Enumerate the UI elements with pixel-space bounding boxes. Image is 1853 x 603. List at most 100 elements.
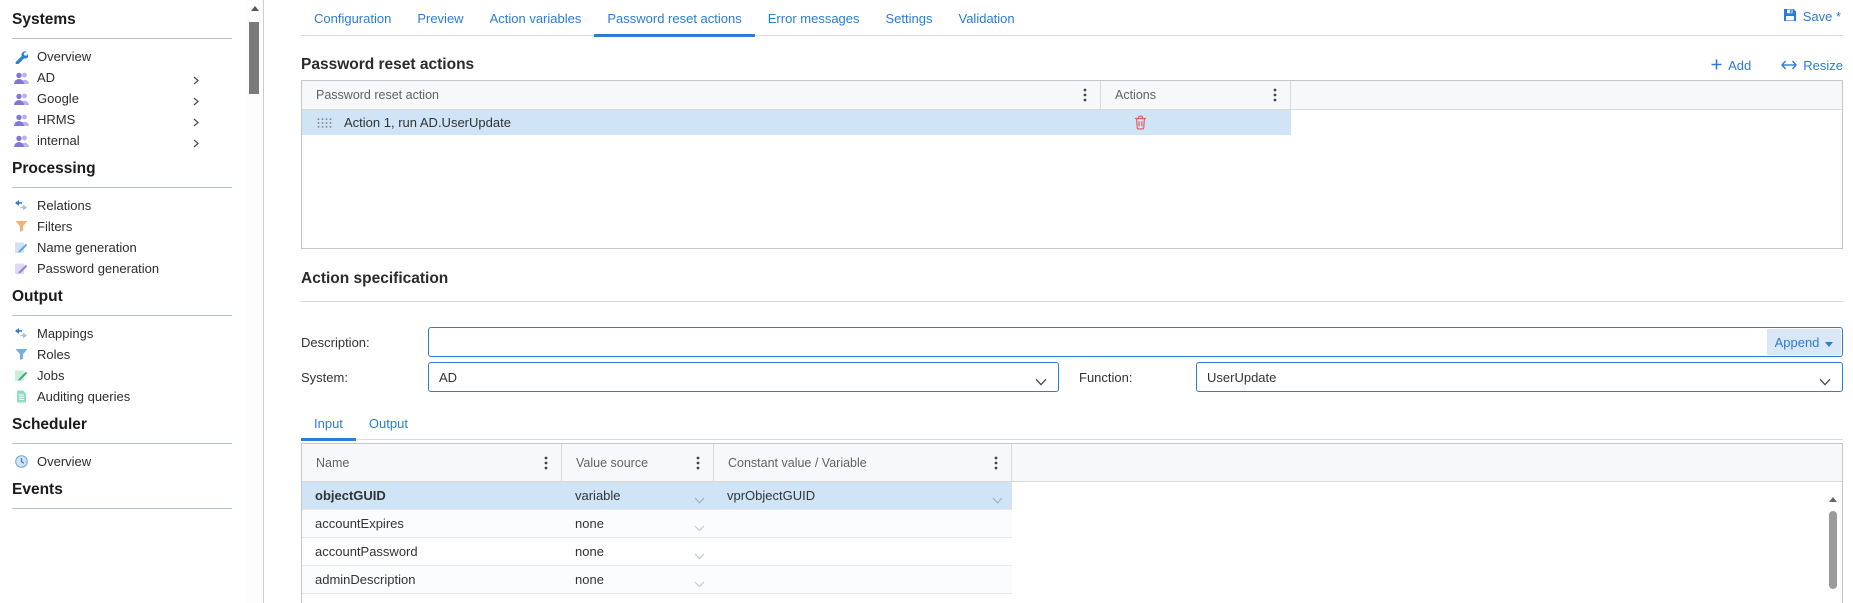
- table-row-action-1[interactable]: Action 1, run AD.UserUpdate: [302, 110, 1291, 135]
- parameters-table-scrollbar[interactable]: [1825, 483, 1841, 603]
- tab-settings[interactable]: Settings: [873, 7, 946, 37]
- tab-error-messages[interactable]: Error messages: [755, 7, 873, 37]
- sidebar-item-hrms[interactable]: HRMS: [12, 109, 232, 130]
- section-divider: [12, 38, 232, 39]
- description-input[interactable]: [429, 328, 1842, 356]
- section-divider: [12, 315, 232, 316]
- sidebar-item-ad[interactable]: AD: [12, 67, 232, 88]
- sidebar-item-label: Name generation: [37, 240, 137, 255]
- tab-validation[interactable]: Validation: [946, 7, 1028, 37]
- column-menu-icon[interactable]: [1273, 88, 1290, 102]
- sidebar-item-label: Overview: [37, 49, 92, 64]
- chevron-down-icon[interactable]: [694, 548, 705, 563]
- chevron-down-icon: [1819, 374, 1831, 389]
- sidebar-item-auditing-queries[interactable]: Auditing queries: [12, 386, 232, 407]
- scroll-up-arrow-icon[interactable]: [246, 0, 263, 17]
- chevron-down-icon[interactable]: [694, 492, 705, 507]
- sidebar-item-filters[interactable]: Filters: [12, 216, 232, 237]
- sidebar-item-relations[interactable]: Relations: [12, 195, 232, 216]
- drag-handle-icon[interactable]: [317, 117, 332, 128]
- save-icon: [1783, 8, 1797, 25]
- description-label: Description:: [301, 334, 370, 350]
- section-divider: [12, 443, 232, 444]
- param-row-admindescription[interactable]: adminDescription none: [302, 566, 1012, 594]
- section-title-password-reset-actions: Password reset actions: [301, 56, 475, 73]
- column-menu-icon[interactable]: [1083, 88, 1100, 102]
- sidebar-item-label: AD: [37, 70, 56, 85]
- sidebar-item-jobs[interactable]: Jobs: [12, 365, 232, 386]
- sidebar-item-overview[interactable]: Overview: [12, 46, 232, 67]
- auditing-queries-icon: [12, 390, 30, 404]
- tab-input[interactable]: Input: [301, 413, 356, 441]
- scroll-up-arrow-icon[interactable]: [1825, 491, 1841, 507]
- tab-password-reset-actions[interactable]: Password reset actions: [594, 7, 755, 37]
- caret-down-icon: [1825, 335, 1834, 350]
- password-reset-actions-table: Password reset action Actions Action 1, …: [301, 80, 1843, 249]
- param-row-accountpassword[interactable]: accountPassword none: [302, 538, 1012, 566]
- section-divider: [12, 187, 232, 188]
- app-window: Systems Overview AD Google HRMS internal…: [0, 0, 1853, 603]
- column-menu-icon[interactable]: [994, 456, 1011, 470]
- jobs-icon: [12, 369, 30, 383]
- main-content: Configuration Preview Action variables P…: [263, 0, 1853, 603]
- tab-action-variables[interactable]: Action variables: [477, 7, 595, 37]
- sidebar-item-label: Jobs: [37, 368, 65, 383]
- sidebar-item-label: Overview: [37, 454, 92, 469]
- wrench-icon: [12, 50, 30, 64]
- sidebar-item-password-generation[interactable]: Password generation: [12, 258, 232, 279]
- param-row-accountexpires[interactable]: accountExpires none: [302, 510, 1012, 538]
- tab-configuration[interactable]: Configuration: [301, 7, 404, 37]
- plus-icon: [1711, 58, 1722, 73]
- param-name: accountExpires: [315, 516, 404, 531]
- relations-arrows-icon: [12, 199, 30, 213]
- column-header-value-source: Value source: [562, 444, 714, 481]
- mappings-arrows-icon: [12, 327, 30, 341]
- chevron-down-icon[interactable]: [992, 492, 1003, 507]
- section-divider: [12, 508, 232, 509]
- chevron-down-icon[interactable]: [694, 520, 705, 535]
- chevron-down-icon: [1035, 374, 1047, 389]
- function-select[interactable]: UserUpdate: [1196, 362, 1843, 392]
- param-name: adminDescription: [315, 572, 416, 587]
- delete-action-button[interactable]: [1134, 115, 1147, 133]
- column-header-password-reset-action: Password reset action: [302, 81, 1101, 109]
- action-row-label: Action 1, run AD.UserUpdate: [344, 115, 511, 130]
- param-name: accountPassword: [315, 544, 418, 559]
- tab-output[interactable]: Output: [356, 413, 421, 441]
- sidebar-scrollbar[interactable]: [246, 0, 263, 603]
- sidebar-item-google[interactable]: Google: [12, 88, 232, 109]
- chevron-down-icon[interactable]: [694, 576, 705, 591]
- sidebar-item-name-generation[interactable]: Name generation: [12, 237, 232, 258]
- param-name: objectGUID: [315, 488, 386, 503]
- param-source: none: [575, 572, 604, 587]
- param-source: none: [575, 516, 604, 531]
- add-button[interactable]: Add: [1711, 58, 1751, 73]
- function-label: Function:: [1079, 369, 1133, 385]
- system-select[interactable]: AD: [428, 362, 1059, 392]
- sidebar-item-internal[interactable]: internal: [12, 130, 232, 151]
- save-button[interactable]: Save *: [1783, 8, 1841, 25]
- chevron-right-icon: [193, 115, 199, 130]
- name-generation-icon: [12, 241, 30, 255]
- main-tabbar: Configuration Preview Action variables P…: [301, 7, 1843, 37]
- tab-preview[interactable]: Preview: [404, 7, 476, 37]
- save-label: Save *: [1802, 9, 1841, 24]
- sidebar-scrollbar-thumb[interactable]: [249, 22, 259, 94]
- users-icon: [12, 71, 30, 85]
- sidebar-item-roles[interactable]: Roles: [12, 344, 232, 365]
- param-row-objectguid[interactable]: objectGUID variable vprObjectGUID: [302, 482, 1012, 510]
- sidebar-section-output: Output: [12, 288, 63, 305]
- sidebar-item-mappings[interactable]: Mappings: [12, 323, 232, 344]
- sidebar-item-scheduler-overview[interactable]: Overview: [12, 451, 232, 472]
- io-tabbar: Input Output: [301, 413, 1843, 441]
- column-menu-icon[interactable]: [696, 456, 713, 470]
- users-icon: [12, 113, 30, 127]
- function-value: UserUpdate: [1207, 369, 1277, 385]
- parameters-scrollbar-thumb[interactable]: [1829, 511, 1837, 589]
- resize-button[interactable]: Resize: [1781, 58, 1843, 73]
- system-label: System:: [301, 369, 348, 385]
- append-button[interactable]: Append: [1767, 329, 1841, 355]
- users-icon: [12, 134, 30, 148]
- column-menu-icon[interactable]: [544, 456, 561, 470]
- sidebar-item-label: internal: [37, 133, 80, 148]
